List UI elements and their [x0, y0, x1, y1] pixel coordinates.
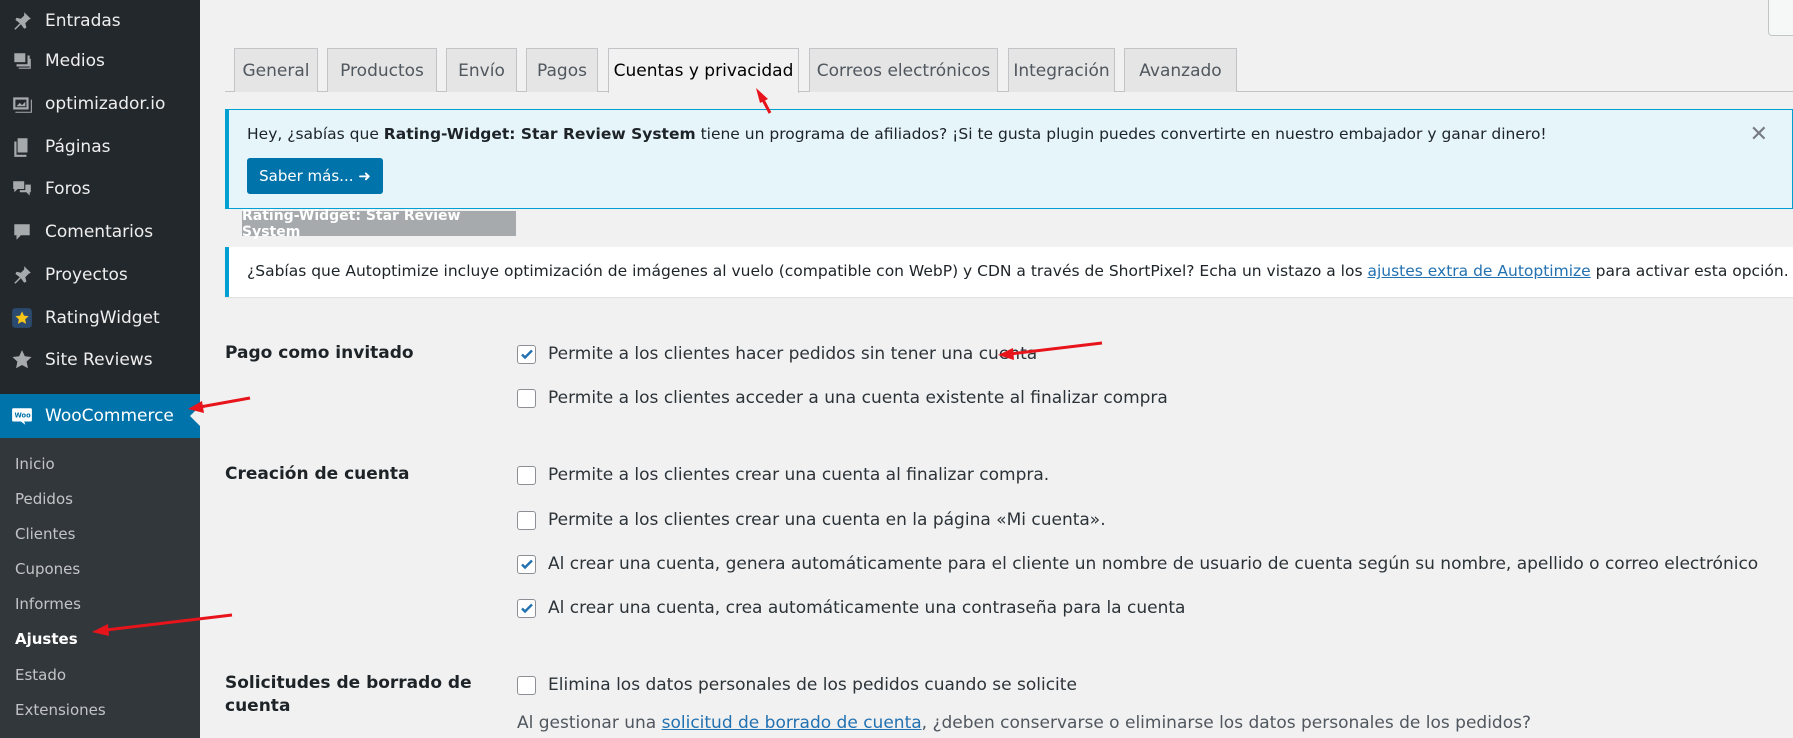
tab-avanzado[interactable]: Avanzado: [1124, 48, 1237, 92]
tab-cuentas-privacidad[interactable]: Cuentas y privacidad: [608, 48, 799, 93]
account-option-3: Al crear una cuenta, genera automáticame…: [517, 554, 1758, 574]
tab-productos[interactable]: Productos: [327, 48, 437, 92]
pin-icon: [10, 9, 34, 33]
screen-options-button[interactable]: [1768, 0, 1793, 36]
woocommerce-submenu: Inicio Pedidos Clientes Cupones Informes…: [0, 438, 200, 738]
erasure-description: Al gestionar una solicitud de borrado de…: [517, 713, 1531, 733]
checkbox-unchecked[interactable]: [517, 388, 536, 408]
menu-label: Entradas: [45, 11, 121, 31]
tab-pagos[interactable]: Pagos: [526, 48, 598, 92]
menu-item-foros[interactable]: Foros: [0, 168, 200, 210]
learn-more-button[interactable]: Saber más... ➜: [247, 158, 383, 194]
menu-label: Páginas: [45, 137, 111, 157]
guest-option-1: Permite a los clientes hacer pedidos sin…: [517, 344, 1037, 364]
menu-item-comentarios[interactable]: Comentarios: [0, 211, 200, 253]
ratingwidget-icon: [10, 306, 34, 330]
svg-text:Woo: Woo: [15, 412, 32, 420]
tab-envio[interactable]: Envío: [446, 48, 517, 92]
menu-item-paginas[interactable]: Páginas: [0, 126, 200, 168]
menu-label: Foros: [45, 179, 91, 199]
autoptimize-notice: ¿Sabías que Autoptimize incluye optimiza…: [225, 247, 1793, 297]
tab-general[interactable]: General: [234, 48, 318, 92]
checkbox-unchecked[interactable]: [517, 510, 536, 530]
star-icon: [10, 348, 34, 372]
media-icon: [10, 49, 34, 73]
erasure-request-link[interactable]: solicitud de borrado de cuenta: [662, 713, 922, 733]
submenu-item-clientes[interactable]: Clientes: [15, 525, 75, 543]
menu-label: Medios: [45, 51, 105, 71]
account-option-1: Permite a los clientes crear una cuenta …: [517, 465, 1049, 485]
account-option-4: Al crear una cuenta, crea automáticament…: [517, 598, 1185, 618]
menu-item-medios[interactable]: Medios: [0, 40, 200, 82]
optimizer-icon: [10, 92, 34, 116]
menu-label: optimizador.io: [45, 94, 166, 114]
menu-item-ratingwidget[interactable]: RatingWidget: [0, 297, 200, 339]
account-creation-label: Creación de cuenta: [225, 464, 410, 484]
autoptimize-settings-link[interactable]: ajustes extra de Autoptimize: [1367, 262, 1590, 280]
plugin-tag-badge: Rating-Widget: Star Review System: [242, 208, 516, 240]
plugin-name: Rating-Widget: Star Review System: [383, 125, 696, 143]
submenu-item-estado[interactable]: Estado: [15, 666, 66, 684]
pages-icon: [10, 135, 34, 159]
checkbox-checked[interactable]: [517, 554, 536, 574]
affiliate-notice: Hey, ¿sabías que Rating-Widget: Star Rev…: [225, 109, 1793, 209]
comments-icon: [10, 220, 34, 244]
close-icon[interactable]: ✕: [1750, 122, 1768, 147]
submenu-item-ajustes[interactable]: Ajustes: [15, 630, 78, 648]
submenu-item-cupones[interactable]: Cupones: [15, 560, 80, 578]
menu-item-woocommerce[interactable]: Woo WooCommerce: [0, 394, 200, 438]
menu-label: WooCommerce: [45, 406, 174, 426]
submenu-item-informes[interactable]: Informes: [15, 595, 81, 613]
guest-option-2: Permite a los clientes acceder a una cue…: [517, 388, 1168, 408]
checkbox-unchecked[interactable]: [517, 675, 536, 695]
submenu-item-pedidos[interactable]: Pedidos: [15, 490, 73, 508]
tab-correos[interactable]: Correos electrónicos: [809, 48, 998, 92]
menu-item-proyectos[interactable]: Proyectos: [0, 254, 200, 296]
menu-label: Comentarios: [45, 222, 154, 242]
submenu-item-extensiones[interactable]: Extensiones: [15, 701, 106, 719]
guest-checkout-label: Pago como invitado: [225, 343, 414, 363]
erasure-label: Solicitudes de borrado de cuenta: [225, 673, 472, 716]
submenu-item-inicio[interactable]: Inicio: [15, 455, 55, 473]
forums-icon: [10, 177, 34, 201]
woo-icon: Woo: [10, 404, 34, 428]
erasure-option-1: Elimina los datos personales de los pedi…: [517, 675, 1077, 695]
menu-label: Site Reviews: [45, 350, 153, 370]
checkbox-checked[interactable]: [517, 598, 536, 618]
menu-item-site-reviews[interactable]: Site Reviews: [0, 339, 200, 381]
autoptimize-notice-text: ¿Sabías que Autoptimize incluye optimiza…: [247, 262, 1789, 280]
menu-item-entradas[interactable]: Entradas: [0, 0, 200, 42]
settings-tabs: General Productos Envío Pagos Cuentas y …: [225, 48, 1793, 93]
checkbox-unchecked[interactable]: [517, 465, 536, 485]
menu-label: Proyectos: [45, 265, 128, 285]
admin-sidebar: Entradas Medios optimizador.io Páginas F…: [0, 0, 200, 738]
affiliate-notice-text: Hey, ¿sabías que Rating-Widget: Star Rev…: [247, 125, 1547, 143]
current-menu-arrow: [190, 406, 200, 426]
checkbox-checked[interactable]: [517, 344, 536, 364]
menu-item-optimizador[interactable]: optimizador.io: [0, 83, 200, 125]
tab-integracion[interactable]: Integración: [1008, 48, 1115, 92]
menu-label: RatingWidget: [45, 308, 160, 328]
pin-icon: [10, 263, 34, 287]
account-option-2: Permite a los clientes crear una cuenta …: [517, 510, 1106, 530]
